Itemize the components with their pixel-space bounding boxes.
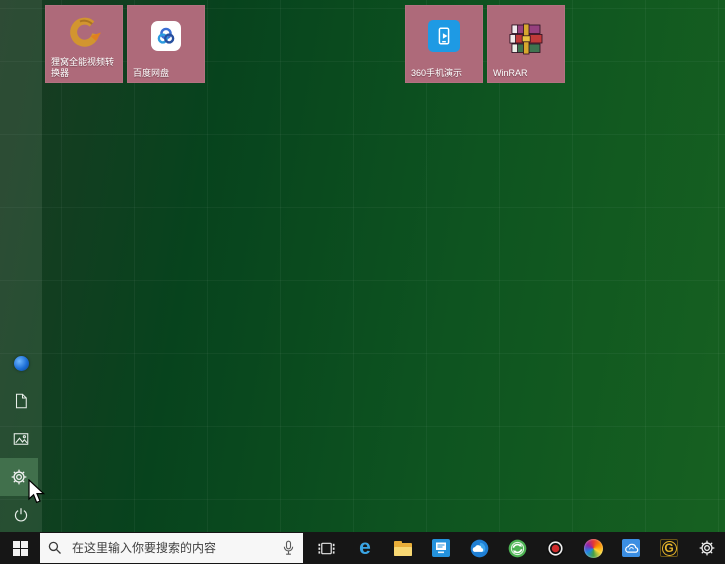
sidebar-item-pictures[interactable]	[0, 420, 42, 458]
cloud-app-icon	[622, 539, 640, 557]
taskbar-app-recorder[interactable]	[536, 532, 574, 564]
liwo-video-converter-icon	[66, 15, 102, 51]
file-explorer-icon	[394, 543, 412, 556]
goldwave-app-icon: G	[660, 539, 678, 557]
task-view-button[interactable]	[307, 532, 345, 564]
start-button[interactable]	[0, 532, 40, 564]
microphone-icon[interactable]	[282, 540, 295, 556]
tile-winrar[interactable]: WinRAR	[487, 5, 565, 83]
start-screen: 狸窝全能视频转换器 百度网盘	[0, 0, 725, 564]
gear-icon	[10, 468, 28, 486]
tile-label: 狸窝全能视频转换器	[51, 57, 120, 79]
tile-label: WinRAR	[493, 68, 562, 79]
phone-demo-icon	[428, 20, 460, 52]
taskbar: e	[0, 532, 725, 564]
search-input[interactable]	[70, 540, 282, 556]
colorwheel-app-icon	[584, 539, 603, 558]
green-circle-app-icon	[508, 539, 527, 558]
blue-circle-app-icon	[470, 539, 489, 558]
tile-baidu-netdisk[interactable]: 百度网盘	[127, 5, 205, 83]
pictures-icon	[12, 430, 30, 448]
tile-liwo-video-converter[interactable]: 狸窝全能视频转换器	[45, 5, 123, 83]
recorder-app-icon	[546, 539, 565, 558]
user-avatar	[14, 356, 29, 371]
blue-app-icon	[432, 539, 450, 557]
winrar-icon	[508, 23, 544, 55]
taskbar-app-colorwheel[interactable]	[574, 532, 612, 564]
goldwave-glyph: G	[662, 541, 677, 556]
sidebar-item-documents[interactable]	[0, 382, 42, 420]
tile-360-phone-demo[interactable]: 360手机演示	[405, 5, 483, 83]
sidebar-item-user[interactable]	[0, 344, 42, 382]
windows-logo-icon	[13, 541, 28, 556]
taskbar-app-goldwave[interactable]: G	[650, 532, 688, 564]
edge-icon: e	[359, 537, 371, 558]
sidebar-item-settings[interactable]	[0, 458, 38, 496]
sidebar-item-power[interactable]	[0, 496, 42, 534]
search-icon	[48, 541, 62, 555]
taskbar-app-blue[interactable]	[422, 532, 460, 564]
taskbar-app-cloud[interactable]	[612, 532, 650, 564]
taskbar-search	[40, 533, 303, 563]
taskbar-app-green-circle[interactable]	[498, 532, 536, 564]
taskbar-app-file-explorer[interactable]	[384, 532, 422, 564]
taskbar-app-edge[interactable]: e	[346, 532, 384, 564]
tile-label: 百度网盘	[133, 68, 202, 79]
taskbar-app-blue-circle[interactable]	[460, 532, 498, 564]
task-view-icon	[318, 540, 335, 557]
settings-gear-icon	[698, 539, 716, 557]
power-icon	[12, 506, 30, 524]
taskbar-settings-button[interactable]	[688, 532, 725, 564]
start-sidebar	[0, 0, 42, 532]
document-icon	[12, 392, 30, 410]
baidu-netdisk-icon	[151, 21, 181, 51]
tile-label: 360手机演示	[411, 68, 480, 79]
